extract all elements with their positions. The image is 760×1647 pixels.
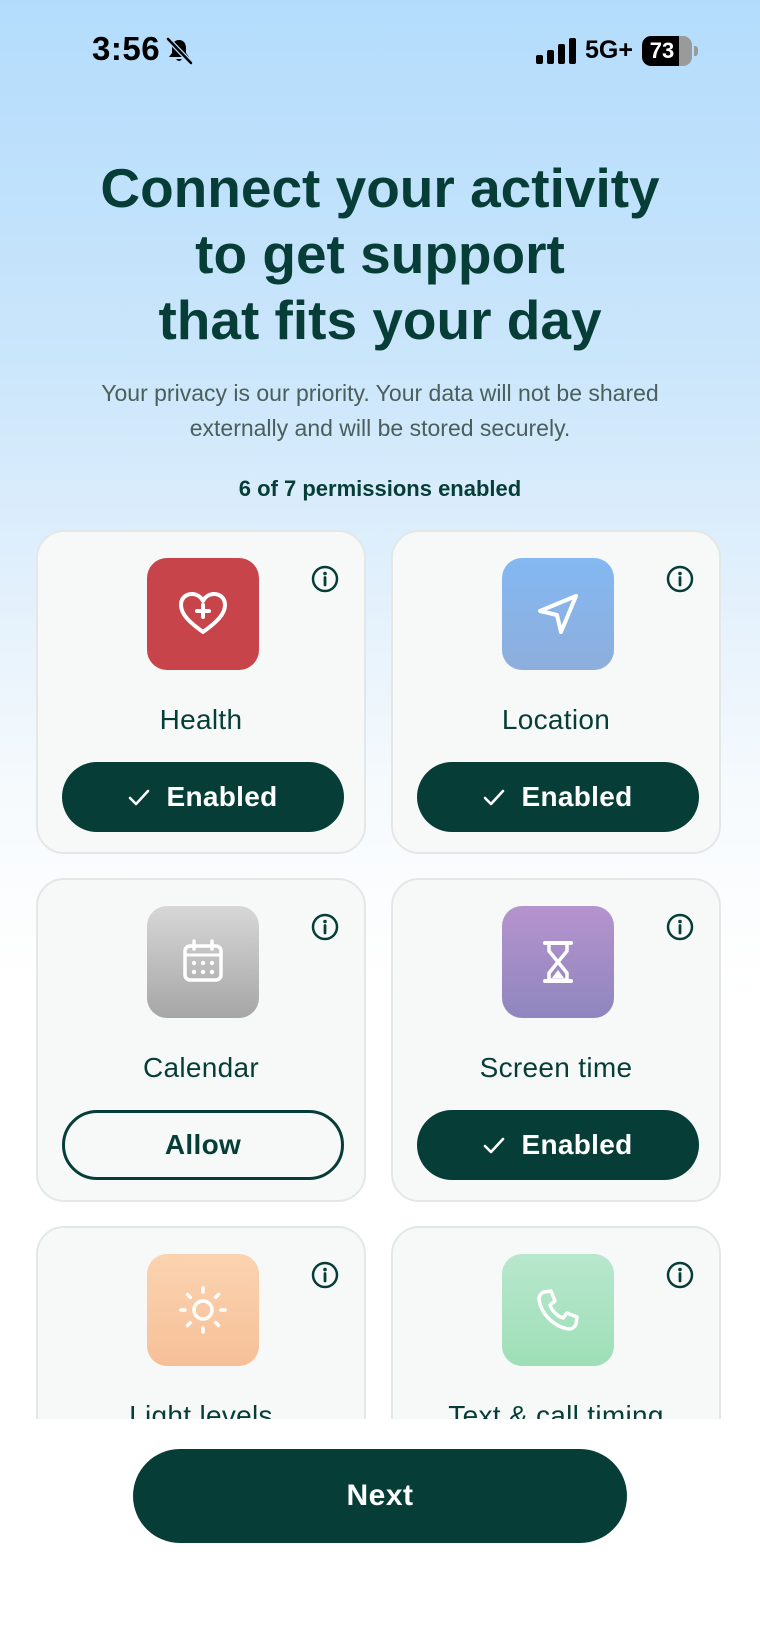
status-bar: 3:56 5G+ 73 [0, 0, 760, 100]
permission-label: Calendar [142, 1052, 260, 1083]
next-button[interactable]: Next [133, 1449, 627, 1543]
check-icon [484, 1137, 505, 1154]
page-title: Connect your activity to get support tha… [40, 155, 720, 353]
calendar-icon [183, 939, 223, 982]
location-tile [502, 558, 614, 670]
button-label: Enabled [166, 781, 278, 812]
signal-icon [536, 38, 576, 64]
info-icon[interactable] [310, 1260, 340, 1290]
permission-label: Location [501, 704, 611, 735]
privacy-note-line: externally and will be stored securely. [189, 415, 571, 441]
permission-card-screen-time: Screen time Enabled [391, 878, 721, 1202]
info-icon[interactable] [665, 912, 695, 942]
page-title-line: Connect your activity [100, 157, 660, 219]
hourglass-icon [543, 941, 573, 983]
permission-label: Light levels [129, 1400, 273, 1419]
permission-label: Text & call timing [448, 1400, 664, 1419]
heart-plus-icon [179, 592, 227, 634]
info-icon[interactable] [310, 564, 340, 594]
bell-slash-icon [166, 37, 193, 65]
privacy-note-line: Your privacy is our priority. Your data … [101, 380, 659, 406]
info-icon[interactable] [665, 564, 695, 594]
page-title-line: that fits your day [158, 289, 602, 351]
button-label: Enabled [521, 1129, 633, 1160]
permission-card-health: Health Enabled [36, 530, 366, 854]
screen-time-tile [502, 906, 614, 1018]
sun-icon [179, 1286, 227, 1334]
privacy-note: Your privacy is our priority. Your data … [30, 376, 730, 446]
network-type: 5G+ [585, 36, 633, 64]
battery-percentage: 73 [649, 38, 675, 63]
permission-label: Health [159, 704, 243, 735]
button-label: Enabled [521, 781, 633, 812]
permissions-grid: Health Enabled Location Enabled Calendar… [0, 528, 760, 1419]
status-time: 3:56 [92, 30, 161, 67]
permission-card-location: Location Enabled [391, 530, 721, 854]
permission-card-light-levels: Light levels [36, 1226, 366, 1419]
page-title-line: to get support [195, 223, 565, 285]
battery-icon: 73 [642, 36, 698, 66]
allow-button[interactable]: Allow [62, 1110, 344, 1180]
permissions-status: 6 of 7 permissions enabled [238, 476, 522, 501]
info-icon[interactable] [665, 1260, 695, 1290]
enabled-button[interactable]: Enabled [417, 762, 699, 832]
calendar-tile [147, 906, 259, 1018]
permission-card-calendar: Calendar Allow [36, 878, 366, 1202]
enabled-button[interactable]: Enabled [62, 762, 344, 832]
light-levels-tile [147, 1254, 259, 1366]
enabled-button[interactable]: Enabled [417, 1110, 699, 1180]
health-tile [147, 558, 259, 670]
text-call-tile [502, 1254, 614, 1366]
check-icon [129, 789, 150, 806]
info-icon[interactable] [310, 912, 340, 942]
phone-icon [537, 1289, 579, 1331]
check-icon [484, 789, 505, 806]
permission-label: Screen time [479, 1052, 633, 1083]
location-arrow-icon [538, 594, 578, 634]
button-label: Allow [164, 1129, 242, 1160]
permission-card-text-call-timing: Text & call timing [391, 1226, 721, 1419]
